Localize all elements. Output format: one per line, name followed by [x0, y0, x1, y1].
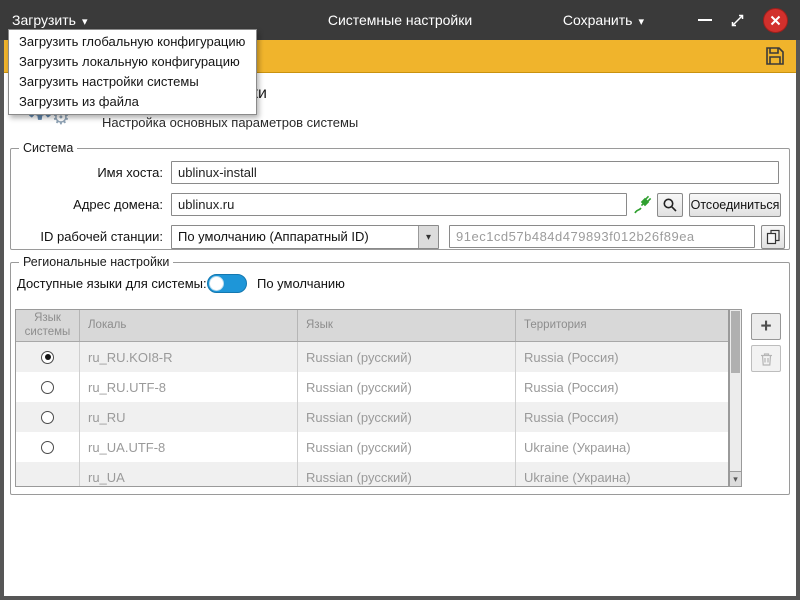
- menu-item-load-global-config[interactable]: Загрузить глобальную конфигурацию: [9, 32, 256, 52]
- disconnect-button[interactable]: Отсоединиться: [689, 193, 781, 217]
- minimize-icon: [698, 19, 712, 21]
- trash-icon: [760, 352, 773, 366]
- locales-table: Язык системы Локаль Язык Территория ru_R…: [15, 309, 729, 487]
- locale-cell: ru_RU.KOI8-R: [80, 342, 298, 372]
- station-id-mode-value: По умолчанию (Аппаратный ID): [172, 226, 418, 248]
- expand-icon: [730, 13, 745, 28]
- station-id-mode-select[interactable]: По умолчанию (Аппаратный ID) ▾: [171, 225, 439, 249]
- menu-item-load-system-settings[interactable]: Загрузить настройки системы: [9, 72, 256, 92]
- system-legend: Система: [19, 141, 77, 155]
- add-locale-button[interactable]: +: [751, 313, 781, 340]
- scroll-down-button[interactable]: ▾: [730, 471, 741, 486]
- radio-button[interactable]: [41, 381, 54, 394]
- table-row[interactable]: ru_RU Russian (русский) Russia (Россия): [16, 402, 728, 432]
- table-row[interactable]: ru_UA.UTF-8 Russian (русский) Ukraine (У…: [16, 432, 728, 462]
- radio-button[interactable]: [41, 441, 54, 454]
- connected-plug-icon: [633, 195, 653, 220]
- territory-cell: Russia (Россия): [516, 342, 728, 372]
- language-cell: Russian (русский): [298, 462, 516, 487]
- search-icon: [662, 197, 678, 213]
- save-menu-label: Сохранить: [563, 12, 633, 28]
- territory-cell: Ukraine (Украина): [516, 462, 728, 487]
- language-cell: Russian (русский): [298, 402, 516, 432]
- territory-cell: Russia (Россия): [516, 402, 728, 432]
- search-button[interactable]: [657, 193, 683, 217]
- hostname-label: Имя хоста:: [11, 161, 163, 185]
- locale-cell: ru_UA.UTF-8: [80, 432, 298, 462]
- column-header: Язык системы: [16, 310, 80, 341]
- system-groupbox: Система Имя хоста: Адрес домена:: [10, 148, 790, 250]
- domain-label: Адрес домена:: [11, 193, 163, 217]
- column-header: Территория: [516, 310, 728, 341]
- table-scrollbar[interactable]: ▾: [729, 309, 742, 487]
- table-row[interactable]: ru_RU.UTF-8 Russian (русский) Russia (Ро…: [16, 372, 728, 402]
- chevron-down-icon: ▾: [82, 15, 88, 28]
- station-id-label: ID рабочей станции:: [11, 225, 163, 249]
- regional-legend: Региональные настройки: [19, 255, 173, 269]
- language-cell: Russian (русский): [298, 372, 516, 402]
- territory-cell: Russia (Россия): [516, 372, 728, 402]
- close-button[interactable]: [763, 8, 788, 33]
- languages-toggle[interactable]: [207, 274, 247, 293]
- regional-groupbox: Региональные настройки Доступные языки д…: [10, 262, 790, 495]
- toggle-state-label: По умолчанию: [257, 276, 345, 291]
- table-row[interactable]: ru_UA Russian (русский) Ukraine (Украина…: [16, 462, 728, 487]
- table-header: Язык системы Локаль Язык Территория: [16, 310, 728, 342]
- load-menu-button[interactable]: Загрузить ▾: [12, 12, 87, 28]
- toggle-knob: [209, 276, 224, 291]
- hostname-input[interactable]: [171, 161, 779, 184]
- scrollbar-thumb[interactable]: [731, 311, 740, 373]
- locale-cell: ru_UA: [80, 462, 298, 487]
- locale-cell: ru_RU: [80, 402, 298, 432]
- locale-cell: ru_RU.UTF-8: [80, 372, 298, 402]
- page-subtitle: Настройка основных параметров системы: [102, 115, 358, 130]
- column-header: Язык: [298, 310, 516, 341]
- main-content: ⚙ ⚙ ⚙ Системные настройки Настройка осно…: [4, 73, 796, 596]
- combo-arrow-icon[interactable]: ▾: [418, 226, 438, 248]
- menu-item-load-local-config[interactable]: Загрузить локальную конфигурацию: [9, 52, 256, 72]
- table-row[interactable]: ru_RU.KOI8-R Russian (русский) Russia (Р…: [16, 342, 728, 372]
- column-header: Локаль: [80, 310, 298, 341]
- hamburger-menu-button[interactable]: [662, 14, 680, 27]
- close-icon: [770, 15, 781, 26]
- copy-icon: [766, 229, 781, 245]
- language-cell: Russian (русский): [298, 342, 516, 372]
- save-menu-button[interactable]: Сохранить ▾: [563, 12, 644, 28]
- domain-input[interactable]: [171, 193, 627, 216]
- maximize-button[interactable]: [730, 13, 745, 28]
- languages-label: Доступные языки для системы:: [17, 276, 207, 291]
- menu-item-load-from-file[interactable]: Загрузить из файла: [9, 92, 256, 112]
- radio-button-selected[interactable]: [41, 351, 54, 364]
- floppy-icon: [764, 45, 786, 67]
- save-file-button[interactable]: [764, 45, 786, 72]
- language-cell: Russian (русский): [298, 432, 516, 462]
- delete-locale-button[interactable]: [751, 345, 781, 372]
- load-dropdown-menu: Загрузить глобальную конфигурацию Загруз…: [8, 29, 257, 115]
- load-menu-label: Загрузить: [12, 12, 76, 28]
- copy-button[interactable]: [761, 225, 785, 249]
- radio-button[interactable]: [41, 411, 54, 424]
- app-window: Загрузить ▾ Системные настройки Сохранит…: [0, 0, 800, 600]
- chevron-down-icon: ▾: [638, 15, 644, 28]
- minimize-button[interactable]: [698, 19, 712, 21]
- station-id-value-field[interactable]: [449, 225, 755, 248]
- territory-cell: Ukraine (Украина): [516, 432, 728, 462]
